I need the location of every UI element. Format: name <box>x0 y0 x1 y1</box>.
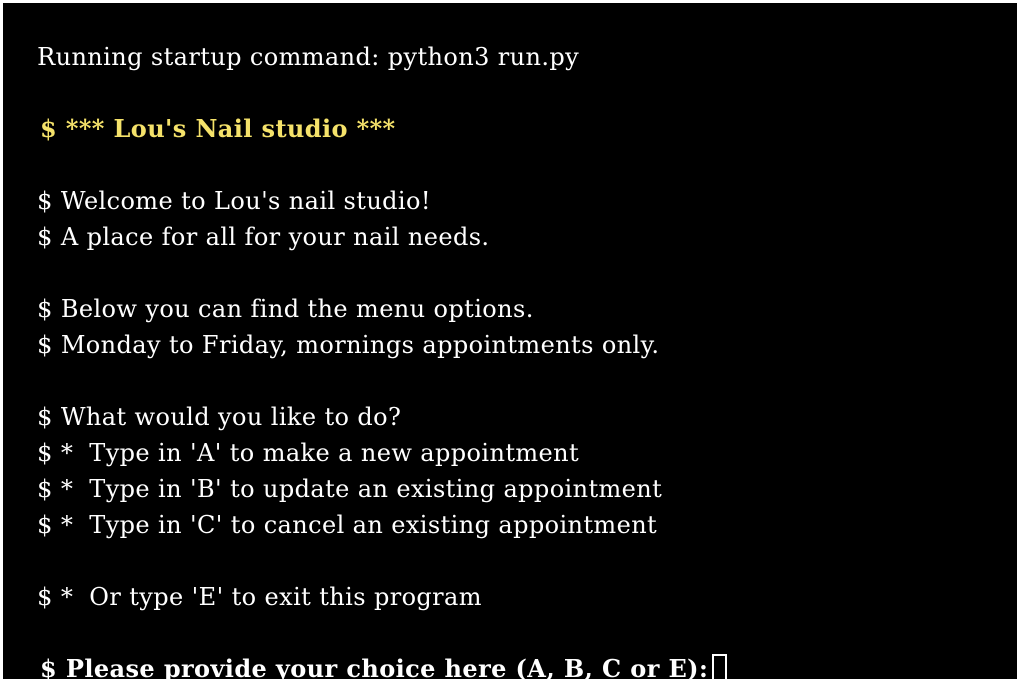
prompt-symbol: $ <box>37 223 53 251</box>
exit-option-line: $ * Or type 'E' to exit this program <box>5 549 482 611</box>
menu-option-a: $ * Type in 'A' to make a new appointmen… <box>5 405 579 467</box>
exit-option-text: * Or type 'E' to exit this program <box>60 583 482 611</box>
terminal-window[interactable]: Running startup command: python3 run.py … <box>3 3 1017 679</box>
menu-option-text: * Type in 'C' to cancel an existing appo… <box>60 511 658 539</box>
studio-title-line: $ *** Lou's Nail studio *** <box>5 81 396 143</box>
prompt-symbol: $ <box>37 583 53 611</box>
text-cursor[interactable] <box>712 653 728 679</box>
hours-line: $ Monday to Friday, mornings appointment… <box>5 297 659 359</box>
prompt-symbol: $ <box>40 654 58 679</box>
input-prompt-text: Please provide your choice here (A, B, C… <box>65 654 709 679</box>
input-prompt-line[interactable]: $ Please provide your choice here (A, B,… <box>5 621 728 679</box>
studio-title: *** Lou's Nail studio *** <box>65 114 396 143</box>
menu-intro-line: $ Below you can find the menu options. <box>5 261 534 323</box>
hours-text: Monday to Friday, mornings appointments … <box>60 331 660 359</box>
prompt-symbol: $ <box>37 331 53 359</box>
question-line: $ What would you like to do? <box>5 369 401 431</box>
startup-command-line: Running startup command: python3 run.py <box>5 9 579 71</box>
menu-option-c: $ * Type in 'C' to cancel an existing ap… <box>5 477 657 539</box>
menu-option-b: $ * Type in 'B' to update an existing ap… <box>5 441 662 503</box>
tagline-line: $ A place for all for your nail needs. <box>5 189 489 251</box>
welcome-line: $ Welcome to Lou's nail studio! <box>5 153 431 215</box>
prompt-symbol: $ <box>37 511 53 539</box>
tagline-text: A place for all for your nail needs. <box>60 223 490 251</box>
prompt-symbol: $ <box>40 114 58 143</box>
startup-command-text: Running startup command: python3 run.py <box>37 43 580 71</box>
